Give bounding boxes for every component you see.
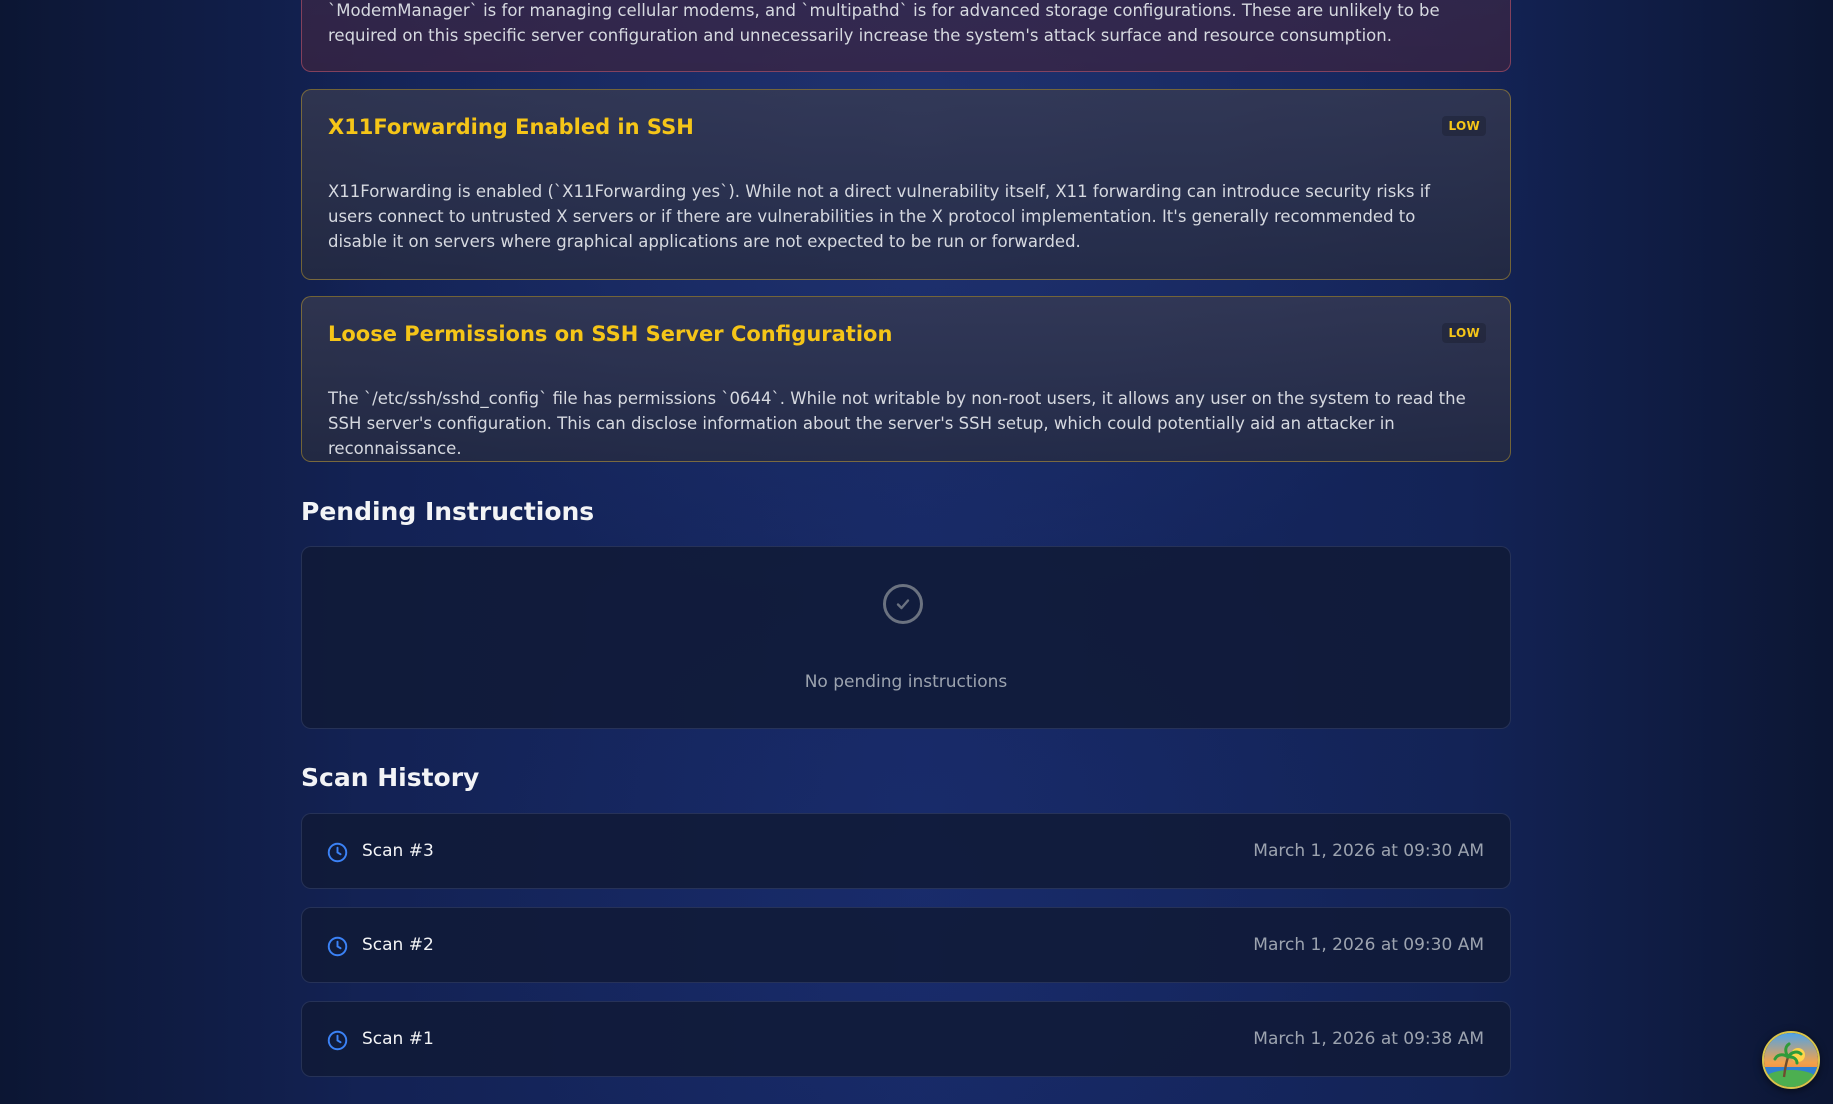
finding-card: `ModemManager` is for managing cellular … bbox=[301, 0, 1511, 72]
avatar[interactable] bbox=[1762, 1031, 1820, 1089]
empty-state-text: No pending instructions bbox=[804, 672, 1008, 692]
clock-icon bbox=[327, 1030, 348, 1051]
severity-badge: LOW bbox=[1442, 116, 1486, 136]
scan-name: Scan #2 bbox=[362, 935, 434, 955]
check-circle-icon bbox=[883, 584, 923, 624]
scan-history-row[interactable]: Scan #2 March 1, 2026 at 09:30 AM bbox=[301, 907, 1511, 983]
finding-description: The `/etc/ssh/sshd_config` file has perm… bbox=[328, 389, 1466, 458]
section-title-history: Scan History bbox=[301, 763, 480, 792]
tropical-island-avatar-icon bbox=[1764, 1033, 1818, 1087]
scan-date: March 1, 2026 at 09:30 AM bbox=[1253, 935, 1484, 955]
check-mark-icon bbox=[896, 599, 910, 610]
finding-card: X11Forwarding Enabled in SSH LOW X11Forw… bbox=[301, 89, 1511, 280]
severity-badge: LOW bbox=[1442, 323, 1486, 343]
scan-name: Scan #1 bbox=[362, 1029, 434, 1049]
scan-history-row[interactable]: Scan #3 March 1, 2026 at 09:30 AM bbox=[301, 813, 1511, 889]
scan-history-row[interactable]: Scan #1 March 1, 2026 at 09:38 AM bbox=[301, 1001, 1511, 1077]
finding-card: Loose Permissions on SSH Server Configur… bbox=[301, 296, 1511, 462]
pending-empty-state: No pending instructions bbox=[301, 546, 1511, 729]
section-title-pending: Pending Instructions bbox=[301, 497, 595, 526]
finding-title: X11Forwarding Enabled in SSH bbox=[328, 115, 694, 139]
clock-icon bbox=[327, 842, 348, 863]
scan-date: March 1, 2026 at 09:30 AM bbox=[1253, 841, 1484, 861]
finding-description: X11Forwarding is enabled (`X11Forwarding… bbox=[328, 182, 1431, 251]
scan-date: March 1, 2026 at 09:38 AM bbox=[1253, 1029, 1484, 1049]
scan-name: Scan #3 bbox=[362, 841, 434, 861]
clock-icon bbox=[327, 936, 348, 957]
finding-description: `ModemManager` is for managing cellular … bbox=[328, 1, 1440, 45]
finding-title: Loose Permissions on SSH Server Configur… bbox=[328, 322, 893, 346]
